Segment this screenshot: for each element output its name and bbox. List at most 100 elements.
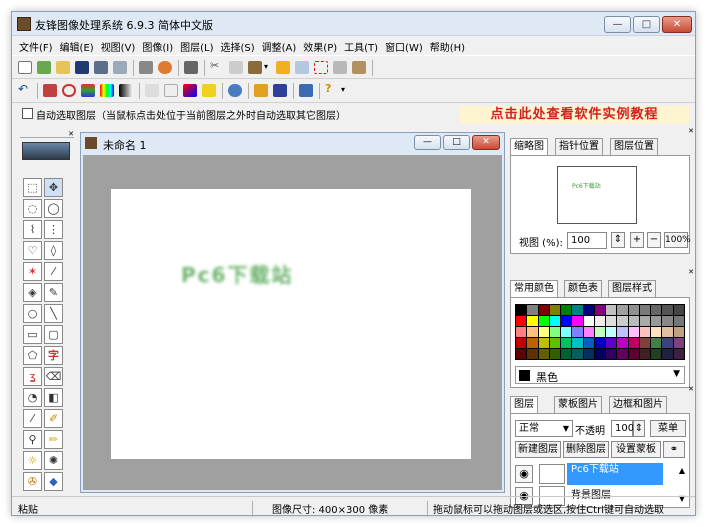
brush-tool[interactable]: ✐ (44, 409, 63, 428)
color-swatch[interactable] (527, 327, 538, 337)
levels-icon[interactable] (145, 84, 159, 97)
layer-menu-button[interactable]: 菜单 (650, 420, 686, 437)
save-icon[interactable] (75, 61, 89, 74)
menu-edit[interactable]: 编辑(E) (53, 37, 94, 54)
color-swatch[interactable] (549, 316, 561, 326)
eraser-tool[interactable]: ⌫ (44, 367, 63, 386)
set-mask-button[interactable]: 设置蒙板 (611, 441, 661, 458)
color-swatch[interactable] (594, 327, 606, 337)
zoom-tool-icon[interactable] (228, 84, 242, 97)
tab-mask-image[interactable]: 蒙板图片 (554, 396, 602, 414)
doc-maximize-button[interactable]: □ (443, 135, 470, 150)
color-swatch[interactable] (538, 327, 549, 337)
auto-select-checkbox[interactable] (22, 108, 33, 119)
polygon-tool[interactable]: ⬠ (23, 346, 42, 365)
magic-lasso-tool[interactable]: ♡ (23, 241, 42, 260)
color-swatch[interactable] (572, 349, 583, 359)
color-swatch[interactable] (617, 338, 628, 348)
color-swatch[interactable] (549, 305, 561, 315)
layers-panel-close-icon[interactable]: ✕ (688, 385, 694, 393)
close-button[interactable]: ✕ (662, 16, 692, 33)
text-tool[interactable]: 字 (44, 346, 63, 365)
color-swatch[interactable] (651, 349, 662, 359)
menu-effects[interactable]: 效果(P) (296, 37, 337, 54)
select-all-icon[interactable] (314, 61, 328, 74)
template-icon[interactable] (37, 61, 51, 74)
color-swatch[interactable] (594, 305, 606, 315)
color-swatch[interactable] (527, 338, 538, 348)
magic-wand-tool[interactable]: ⁄ (44, 262, 63, 281)
navigator-thumbnail[interactable]: Pc6下载站 (557, 166, 637, 224)
doc-minimize-button[interactable]: — (414, 135, 441, 150)
ellipse-tool[interactable]: ○ (23, 304, 42, 323)
filter-icon[interactable] (254, 84, 268, 97)
tool-panel-close-icon[interactable]: ✕ (20, 130, 74, 138)
lasso-tool[interactable]: ⌇ (23, 220, 42, 239)
color-swatch[interactable] (628, 338, 639, 348)
stamp-tool[interactable]: ✇ (23, 472, 42, 491)
opacity-input[interactable]: 100 (611, 420, 634, 437)
color-swatch[interactable] (662, 338, 673, 348)
layer-row[interactable]: ◉ Pc6下载站 (515, 463, 663, 485)
channels-icon[interactable] (81, 84, 95, 97)
color-swatch[interactable] (628, 305, 639, 315)
scanner-icon[interactable] (139, 61, 153, 74)
minimize-button[interactable]: — (604, 16, 631, 33)
brush-settings-icon[interactable] (43, 84, 57, 97)
color-swatch[interactable] (617, 349, 628, 359)
gradient-tool[interactable]: ◧ (44, 388, 63, 407)
color-panel-close-icon[interactable]: ✕ (688, 268, 694, 276)
color-swatch[interactable] (538, 305, 549, 315)
opacity-spinner[interactable]: ⇕ (633, 420, 645, 437)
color-swatch[interactable] (606, 316, 617, 326)
color-swatch[interactable] (583, 327, 594, 337)
color-swatch[interactable] (606, 349, 617, 359)
color-swatch[interactable] (561, 338, 572, 348)
color-swatch[interactable] (583, 305, 594, 315)
color-swatch[interactable] (628, 349, 639, 359)
color-swatch[interactable] (662, 327, 673, 337)
delete-layer-button[interactable]: 删除图层 (563, 441, 609, 458)
color-swatch[interactable] (572, 316, 583, 326)
transform-tool[interactable]: ✶ (23, 262, 42, 281)
tab-pointer-position[interactable]: 指针位置 (555, 138, 603, 156)
canvas-area[interactable]: Pc6下载站 (83, 155, 502, 490)
line-tool[interactable]: ╲ (44, 304, 63, 323)
color-swatch[interactable] (617, 305, 628, 315)
color-swatch[interactable] (639, 327, 651, 337)
scroll-up-icon[interactable]: ▲ (679, 466, 685, 475)
menu-file[interactable]: 文件(F) (12, 37, 53, 54)
clear-icon[interactable] (352, 61, 366, 74)
color-preview[interactable] (22, 142, 70, 160)
color-swatch[interactable] (617, 327, 628, 337)
color-swatch[interactable] (561, 349, 572, 359)
plugin-icon[interactable] (299, 84, 313, 97)
menu-layer[interactable]: 图层(L) (173, 37, 213, 54)
color-swatch[interactable] (673, 316, 684, 326)
color-swatch[interactable] (651, 305, 662, 315)
color-swatch[interactable] (572, 338, 583, 348)
tab-layer-position[interactable]: 图层位置 (610, 138, 658, 156)
pencil-tool[interactable]: ✎ (44, 283, 63, 302)
new-file-icon[interactable] (18, 61, 32, 74)
doc-close-button[interactable]: ✕ (472, 135, 500, 150)
open-folder-icon[interactable] (56, 61, 70, 74)
color-swatch[interactable] (549, 349, 561, 359)
color-swatch[interactable] (538, 338, 549, 348)
layer-name[interactable]: Pc6下载站 (567, 463, 663, 485)
color-swatch[interactable] (561, 305, 572, 315)
curves-icon[interactable] (164, 84, 178, 97)
blend-mode-select[interactable]: 正常 ▼ (515, 420, 573, 437)
color-swatch[interactable] (583, 338, 594, 348)
tab-common-colors[interactable]: 常用颜色 (510, 280, 558, 298)
color-swatch[interactable] (673, 327, 684, 337)
hue-icon[interactable] (183, 84, 197, 97)
color-swatch[interactable] (549, 327, 561, 337)
color-swatch[interactable] (662, 349, 673, 359)
new-layer-button[interactable]: 新建图层 (515, 441, 561, 458)
brightness-icon[interactable] (119, 84, 133, 97)
zoom-input[interactable]: 100 (567, 232, 607, 249)
color-swatch[interactable] (606, 327, 617, 337)
circle-icon[interactable] (62, 84, 76, 97)
color-swatch[interactable] (516, 327, 527, 337)
